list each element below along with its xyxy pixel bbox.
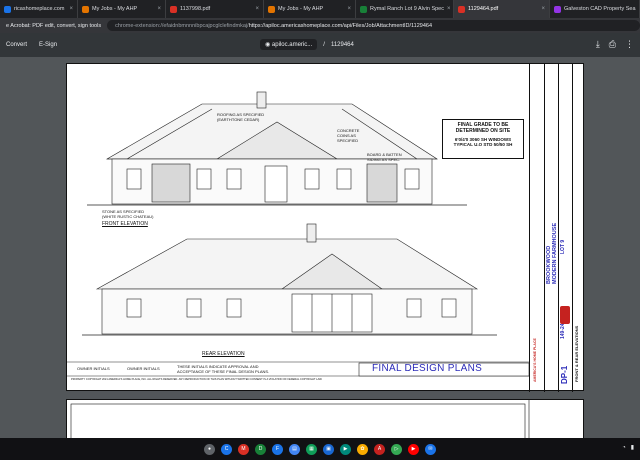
url-path: https://apiloc.americashomeplace.com/api… [248, 22, 433, 29]
tab-favicon-icon [4, 5, 11, 13]
owner-initials-2: OWNER INITIALS [127, 366, 160, 371]
youtube-icon[interactable]: ▶ [408, 443, 419, 455]
files-icon[interactable]: F [272, 443, 283, 455]
page-2-border [70, 400, 530, 438]
sheet-description: FRONT & REAR ELEVATIONS [574, 325, 579, 382]
meet-icon[interactable]: ▶ [340, 443, 351, 455]
print-icon[interactable]: ⎙ [609, 39, 616, 50]
launcher-icon[interactable]: ● [204, 443, 215, 455]
title-block-divider-2 [558, 64, 559, 392]
os-shelf: ● C M D F ▤ ▦ ▣ ▶ ✿ A ▷ ▶ ✉ ◔ ▮ [0, 438, 640, 460]
close-icon[interactable]: × [636, 6, 640, 12]
gmail-icon[interactable]: M [238, 443, 249, 455]
approval-note: THESE INITIALS INDICATE APPROVAL AND ACC… [177, 364, 270, 374]
system-tray[interactable]: ◔ ▮ [622, 444, 634, 452]
messages-icon[interactable]: ✉ [425, 443, 436, 455]
browser-tab[interactable]: 1137998.pdf × [166, 0, 264, 18]
tab-favicon-icon [554, 5, 561, 13]
chrome-icon[interactable]: C [221, 443, 232, 455]
sheet-id: DP-1 [560, 365, 569, 384]
url-field[interactable]: chrome-extension://efaidnbmnnnibpcajpcgl… [107, 20, 640, 31]
acrobat-extension-label[interactable]: e Acrobat: PDF edit, convert, sign tools [0, 23, 107, 29]
close-icon[interactable]: × [66, 6, 73, 12]
calendar-icon[interactable]: ▣ [323, 443, 334, 455]
tab-label: Galveston CAD Property Sea [564, 6, 636, 12]
browser-tab[interactable]: 1129464.pdf × [454, 0, 550, 18]
sheets-icon[interactable]: ▦ [306, 443, 317, 455]
front-elevation-drawing [67, 91, 529, 377]
globe-icon: ◉ [265, 42, 272, 48]
tab-label: ricashomeplace.com [14, 6, 65, 12]
tab-favicon-icon [458, 5, 465, 13]
grade-note: FINAL GRADE TO BE DETERMINED ON SITE [455, 122, 511, 134]
close-icon[interactable]: × [154, 6, 161, 12]
callout-siding: BOARD & BATTEN SIDING AS SPEC. [367, 152, 402, 162]
tab-strip: ricashomeplace.com × My Jobs - My AHP × 1137… [0, 0, 640, 18]
photos-icon[interactable]: ✿ [357, 443, 368, 455]
pdf-toolbar: Convert E-Sign ◉ apiloc.americ... / 1129… [0, 33, 640, 57]
tab-label: My Jobs - My AHP [92, 6, 138, 12]
wifi-icon: ◔ [622, 444, 626, 451]
url-scheme: chrome-extension://efaidnbmnnnibpcajpcgl… [115, 22, 249, 29]
pdf-page-2 [66, 399, 584, 438]
copyright-note: PROPERTY COPYRIGHT 2021 AMERICA'S HOME P… [71, 378, 323, 381]
callout-concrete: CONCRETE COINS AS SPECIFIED [337, 128, 360, 143]
tab-favicon-icon [360, 5, 367, 13]
title-block-divider-3 [572, 64, 573, 392]
tab-label: Rymal Ranch Lot 9 Alvin Spec [370, 6, 444, 12]
owner-initials-1: OWNER INITIALS [77, 366, 110, 371]
tab-label: My Jobs - My AHP [278, 6, 324, 12]
tab-label: 1129464.pdf [468, 6, 499, 12]
callout-stone: STONE AS SPECIFIED (WHITE RUSTIC CHATEAU… [102, 209, 154, 219]
acrobat-icon[interactable]: A [374, 443, 385, 455]
address-bar-row: e Acrobat: PDF edit, convert, sign tools… [0, 18, 640, 33]
callout-roof: ROOFING AS SPECIFIED (EARTHTONE CEDAR) [217, 112, 265, 122]
close-icon[interactable]: × [538, 6, 545, 12]
convert-menu[interactable]: Convert [0, 42, 33, 48]
pdf-page: ROOFING AS SPECIFIED (EARTHTONE CEDAR) C… [66, 63, 585, 392]
drive-icon[interactable]: D [255, 443, 266, 455]
browser-tab[interactable]: Galveston CAD Property Sea× [550, 0, 640, 18]
tab-favicon-icon [82, 5, 89, 13]
close-icon[interactable]: × [344, 6, 351, 12]
browser-tab[interactable]: My Jobs - My AHP × [264, 0, 356, 18]
tab-favicon-icon [170, 5, 177, 13]
close-icon[interactable]: × [252, 6, 259, 12]
title-block-divider-1 [544, 64, 545, 392]
grade-note-box: FINAL GRADE TO BE DETERMINED ON SITE 6'0… [442, 119, 524, 159]
close-icon[interactable]: × [444, 6, 451, 12]
lot-number: LOT 9 [560, 239, 566, 254]
window-note: 6'0/4'0 3060 SH WINDOWS TYPICAL U.O STD … [453, 137, 513, 147]
plan-name: BROOKWOOD MODERN FARMHOUSE [546, 222, 558, 284]
docs-icon[interactable]: ▤ [289, 443, 300, 455]
title-block: BROOKWOOD MODERN FARMHOUSE LOT 9 149-24-… [529, 64, 585, 392]
file-name: 1129464 [330, 41, 354, 48]
tab-favicon-icon [268, 5, 275, 13]
plans-title: FINAL DESIGN PLANS [372, 363, 483, 374]
front-elevation-label: FRONT ELEVATION [102, 221, 148, 227]
download-icon[interactable]: ⤓ [596, 39, 600, 50]
battery-icon: ▮ [630, 445, 634, 451]
more-vert-icon[interactable]: ⋮ [625, 39, 634, 50]
esign-menu[interactable]: E-Sign [33, 42, 63, 48]
browser-tab[interactable]: ricashomeplace.com × [0, 0, 78, 18]
breadcrumb-separator: / [323, 41, 325, 48]
play-icon[interactable]: ▷ [391, 443, 402, 455]
brand-logo-icon [560, 306, 570, 324]
brand-name: AMERICA'S HOME PLACE [533, 338, 537, 382]
tab-label: 1137998.pdf [180, 6, 211, 12]
rear-elevation-label: REAR ELEVATION [202, 351, 245, 357]
browser-tab[interactable]: My Jobs - My AHP × [78, 0, 166, 18]
browser-tab[interactable]: Rymal Ranch Lot 9 Alvin Spec × [356, 0, 454, 18]
source-breadcrumb[interactable]: ◉ apiloc.americ... [260, 39, 318, 50]
pdf-viewer[interactable]: ROOFING AS SPECIFIED (EARTHTONE CEDAR) C… [0, 57, 640, 438]
